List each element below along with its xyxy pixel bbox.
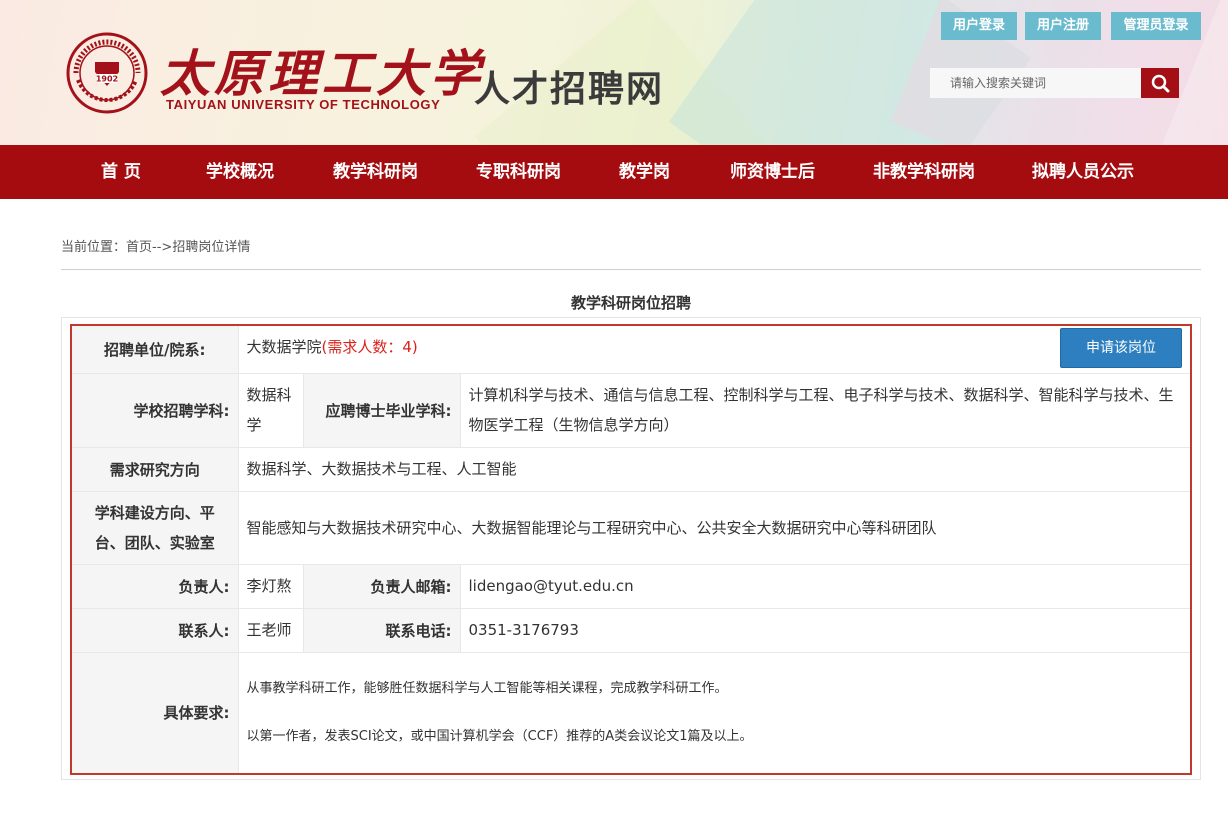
section-title: 教学科研岗位招聘 bbox=[570, 294, 691, 312]
apply-position-button[interactable]: 申请该岗位 bbox=[1060, 328, 1182, 368]
nav-item-full-time-research[interactable]: 专职科研岗 bbox=[476, 145, 561, 199]
table-row: 学校招聘学科: 数据科学 应聘博士毕业学科: 计算机科学与技术、通信与信息工程、… bbox=[70, 372, 1192, 448]
unit-label: 招聘单位/院系: bbox=[70, 324, 239, 374]
requirement-item: 从事教学科研工作，能够胜任数据科学与人工智能等相关课程，完成教学科研工作。 bbox=[246, 680, 728, 696]
nav-item-non-teaching[interactable]: 非教学科研岗 bbox=[873, 145, 975, 199]
headcount-text: (需求人数：4) bbox=[321, 338, 418, 356]
nav-item-teaching[interactable]: 教学岗 bbox=[619, 145, 670, 199]
phone-value: 0351-3176793 bbox=[459, 607, 1192, 653]
phd-discipline-value: 计算机科学与技术、通信与信息工程、控制科学与工程、电子科学与技术、数据科学、智能… bbox=[459, 372, 1192, 448]
school-name-en: TAIYUAN UNIVERSITY OF TECHNOLOGY bbox=[166, 97, 441, 112]
site-title: 人才招聘网 bbox=[474, 69, 665, 110]
leader-email-value[interactable]: lidengao@tyut.edu.cn bbox=[459, 563, 1192, 609]
job-detail-table: 招聘单位/院系: 大数据学院(需求人数：4) 学校招聘学科: 数据科学 应聘博士… bbox=[70, 324, 1192, 775]
svg-text:1902: 1902 bbox=[96, 75, 118, 84]
nav-item-proposed-hires[interactable]: 拟聘人员公示 bbox=[1032, 145, 1134, 199]
table-row: 招聘单位/院系: 大数据学院(需求人数：4) bbox=[70, 324, 1192, 374]
school-name-cn: 太原理工大学 bbox=[160, 44, 484, 103]
search-input[interactable] bbox=[930, 68, 1141, 98]
nav-item-postdoc[interactable]: 师资博士后 bbox=[730, 145, 815, 199]
table-row: 具体要求: 从事教学科研工作，能够胜任数据科学与人工智能等相关课程，完成教学科研… bbox=[70, 651, 1192, 775]
page-header: 1902 太原理工大学 TAIYUAN UNIVERSITY OF TECHNO… bbox=[0, 0, 1228, 145]
breadcrumb-prefix: 当前位置： bbox=[61, 240, 127, 255]
admin-login-button[interactable]: 管理员登录 bbox=[1111, 12, 1201, 40]
university-seal-logo[interactable]: 1902 bbox=[66, 32, 148, 114]
main-nav: 首 页 学校概况 教学科研岗 专职科研岗 教学岗 师资博士后 非教学科研岗 拟聘… bbox=[0, 145, 1228, 199]
phd-discipline-label: 应聘博士毕业学科: bbox=[302, 372, 461, 448]
requirement-item: 以第一作者，发表SCI论文，或中国计算机学会（CCF）推荐的A类会议论文1篇及以… bbox=[246, 728, 753, 744]
breadcrumb-home-link[interactable]: 首页 bbox=[126, 240, 152, 255]
nav-item-home[interactable]: 首 页 bbox=[101, 145, 141, 199]
search-icon bbox=[1151, 74, 1170, 93]
table-row: 需求研究方向 数据科学、大数据技术与工程、人工智能 bbox=[70, 446, 1192, 492]
divider bbox=[61, 269, 1201, 270]
research-direction-label: 需求研究方向 bbox=[70, 446, 239, 492]
discipline-label: 学校招聘学科: bbox=[70, 372, 239, 448]
leader-email-label: 负责人邮箱: bbox=[302, 563, 461, 609]
breadcrumb-separator: --> bbox=[152, 240, 173, 255]
table-row: 负责人: 李灯熬 负责人邮箱: lidengao@tyut.edu.cn bbox=[70, 563, 1192, 609]
platform-label: 学科建设方向、平台、团队、实验室 bbox=[70, 490, 239, 565]
unit-value: 大数据学院 bbox=[246, 338, 322, 356]
breadcrumb: 当前位置：首页-->招聘岗位详情 bbox=[61, 236, 250, 255]
platform-value: 智能感知与大数据技术研究中心、大数据智能理论与工程研究中心、公共安全大数据研究中… bbox=[237, 490, 1192, 565]
leader-value: 李灯熬 bbox=[237, 563, 304, 609]
nav-item-teaching-research[interactable]: 教学科研岗 bbox=[333, 145, 418, 199]
research-direction-value: 数据科学、大数据技术与工程、人工智能 bbox=[237, 446, 1192, 492]
breadcrumb-current: 招聘岗位详情 bbox=[172, 240, 251, 255]
nav-item-school-overview[interactable]: 学校概况 bbox=[206, 145, 274, 199]
requirements-cell: 从事教学科研工作，能够胜任数据科学与人工智能等相关课程，完成教学科研工作。 以第… bbox=[237, 651, 1192, 775]
leader-label: 负责人: bbox=[70, 563, 239, 609]
contact-label: 联系人: bbox=[70, 607, 239, 653]
requirements-label: 具体要求: bbox=[70, 651, 239, 775]
phone-label: 联系电话: bbox=[302, 607, 461, 653]
table-row: 联系人: 王老师 联系电话: 0351-3176793 bbox=[70, 607, 1192, 653]
table-row: 学科建设方向、平台、团队、实验室 智能感知与大数据技术研究中心、大数据智能理论与… bbox=[70, 490, 1192, 565]
user-register-button[interactable]: 用户注册 bbox=[1025, 12, 1101, 40]
discipline-value: 数据科学 bbox=[237, 372, 304, 448]
search-button[interactable] bbox=[1141, 68, 1179, 98]
user-login-button[interactable]: 用户登录 bbox=[941, 12, 1017, 40]
unit-value-cell: 大数据学院(需求人数：4) bbox=[237, 324, 1192, 374]
contact-value: 王老师 bbox=[237, 607, 304, 653]
